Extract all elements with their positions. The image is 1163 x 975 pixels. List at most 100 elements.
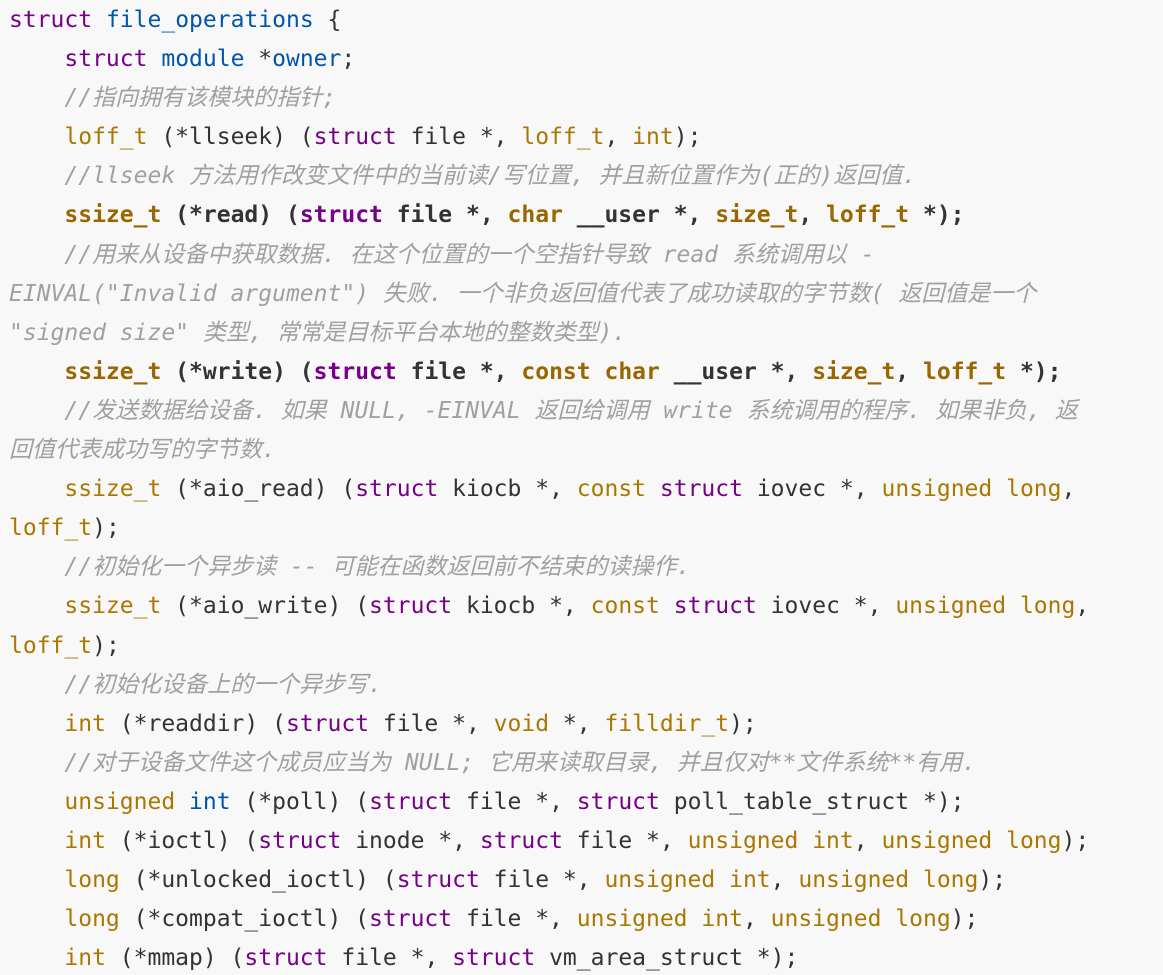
code-text: vm_area_struct *);: [535, 945, 799, 972]
code-text: (*compat_ioctl) (: [119, 906, 370, 933]
code-text: *: [244, 46, 273, 73]
type-token: size_t: [812, 358, 896, 385]
keyword-token: struct: [452, 945, 536, 972]
keyword-token: struct: [9, 7, 93, 33]
type-token: loff_t: [826, 202, 910, 229]
code-line: //指向拥有该模块的指针;: [9, 79, 1163, 118]
code-line: long (*compat_ioctl) (struct file *, uns…: [9, 900, 1163, 939]
type-token: ssize_t: [64, 593, 162, 620]
code-line: //初始化设备上的一个异步写.: [9, 666, 1163, 705]
code-text: (*poll) (: [230, 788, 370, 815]
code-text: iovec *,: [756, 593, 896, 620]
code-text: (*readdir) (: [105, 710, 286, 737]
type-token: ssize_t: [64, 358, 162, 385]
code-text: kiocb *,: [452, 593, 591, 620]
comment-token: //对于设备文件这个成员应当为 NULL; 它用来读取目录, 并且仅对**文件系…: [64, 749, 976, 776]
code-text: (*read) (: [161, 202, 300, 229]
type-token: const: [576, 476, 647, 503]
code-text: kiocb *,: [438, 476, 577, 503]
code-line: ssize_t (*write) (struct file *, const c…: [9, 353, 1163, 392]
type-token: long: [64, 867, 120, 894]
keyword-token: struct: [369, 788, 453, 815]
type-token: int: [701, 906, 743, 933]
code-text: );: [978, 867, 1007, 894]
code-line: //对于设备文件这个成员应当为 NULL; 它用来读取目录, 并且仅对**文件系…: [9, 744, 1163, 783]
keyword-token: struct: [244, 945, 328, 972]
keyword-token: struct: [258, 827, 342, 854]
type-token: unsigned: [576, 906, 688, 933]
code-line: long (*unlocked_ioctl) (struct file *, u…: [9, 861, 1163, 900]
type-token: int: [632, 124, 674, 151]
type-token: loff_t: [923, 358, 1007, 385]
type-token: unsigned: [687, 827, 799, 854]
keyword-token: struct: [369, 906, 453, 933]
keyword-token: struct: [369, 593, 453, 620]
code-text: ,: [604, 124, 633, 151]
type-token: ssize_t: [64, 476, 162, 503]
keyword-token: struct: [285, 710, 370, 737]
type-token: long: [1019, 593, 1076, 620]
code-text: *);: [1006, 358, 1062, 385]
type-token: filldir_t: [604, 710, 730, 737]
code-text: (*llseek) (: [147, 124, 314, 151]
code-line: 回值代表成功写的字节数.: [9, 431, 1163, 470]
keyword-token: struct: [673, 593, 757, 620]
code-text: file *,: [452, 788, 577, 815]
code-text: ,: [742, 906, 771, 933]
code-text: file *,: [382, 202, 508, 229]
code-line: int (*ioctl) (struct inode *, struct fil…: [9, 822, 1163, 861]
code-text: __user *,: [562, 202, 716, 229]
keyword-token: struct: [313, 358, 397, 385]
type-token: unsigned: [64, 788, 176, 815]
code-line: ssize_t (*aio_write) (struct kiocb *, co…: [9, 587, 1163, 626]
comment-token: //llseek 方法用作改变文件中的当前读/写位置, 并且新位置作为(正的)返…: [64, 163, 917, 190]
type-token: char: [604, 358, 660, 385]
keyword-token: struct: [479, 827, 563, 854]
code-line: ssize_t (*read) (struct file *, char __u…: [9, 196, 1163, 235]
comment-token: //指向拥有该模块的指针;: [64, 85, 336, 112]
type-token: unsigned: [895, 593, 1007, 620]
code-text: file *,: [479, 867, 605, 894]
code-block[interactable]: struct file_operations { struct module *…: [0, 0, 1163, 975]
type-token: int: [64, 945, 106, 972]
code-text: ,: [798, 202, 827, 229]
code-line: int (*readdir) (struct file *, void *, f…: [9, 705, 1163, 744]
code-line: loff_t);: [9, 509, 1163, 548]
comment-token: //发送数据给设备. 如果 NULL, -EINVAL 返回给调用 write …: [64, 397, 1078, 424]
type-token: long: [1006, 827, 1062, 854]
type-token: long: [895, 906, 951, 933]
identifier-token: owner: [272, 46, 342, 73]
keyword-token: struct: [396, 867, 480, 894]
code-line: //发送数据给设备. 如果 NULL, -EINVAL 返回给调用 write …: [9, 392, 1163, 431]
code-text: file *,: [396, 358, 522, 385]
code-text: file *,: [369, 710, 494, 737]
code-line: struct file_operations {: [9, 1, 1163, 40]
comment-token: //用来从设备中获取数据. 在这个位置的一个空指针导致 read 系统调用以 -: [64, 241, 875, 268]
type-token: loff_t: [9, 632, 93, 659]
type-token: unsigned: [881, 827, 993, 854]
type-token: int: [812, 827, 854, 854]
code-text: (*unlocked_ioctl) (: [119, 867, 397, 894]
code-text: file *,: [452, 906, 577, 933]
code-line: loff_t);: [9, 627, 1163, 666]
comment-token: 回值代表成功写的字节数.: [9, 437, 276, 464]
code-text: ;: [341, 46, 356, 73]
type-token: char: [507, 202, 563, 229]
